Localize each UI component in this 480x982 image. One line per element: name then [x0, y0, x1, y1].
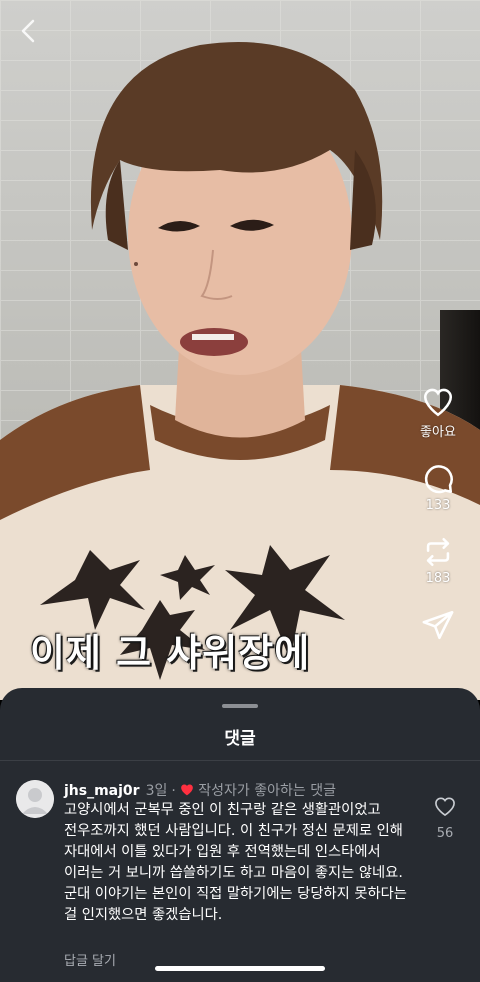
- drag-handle[interactable]: [222, 704, 258, 708]
- comment-like[interactable]: 56: [430, 796, 460, 841]
- comment-meta: jhs_maj0r 3일 · 작성자가 좋아하는 댓글: [64, 780, 336, 800]
- author-liked-heart-icon: [180, 784, 193, 796]
- avatar-placeholder-icon: [16, 780, 54, 818]
- home-indicator: [155, 966, 325, 971]
- comment-text: 고양시에서 군복무 중인 이 친구랑 같은 생활관이었고 전우조까지 했던 사람…: [64, 802, 407, 923]
- comment-username[interactable]: jhs_maj0r: [64, 783, 140, 799]
- sheet-title: 댓글: [224, 729, 256, 749]
- share-action[interactable]: [421, 608, 455, 642]
- comment-icon[interactable]: [421, 462, 455, 496]
- video-subtitle: 이제 그 샤워장에: [30, 631, 311, 675]
- comment-like-count: 56: [436, 826, 454, 841]
- liked-by-author-label: 작성자가 좋아하는 댓글: [198, 783, 336, 799]
- divider: [0, 760, 480, 761]
- meta-separator: ·: [171, 783, 176, 799]
- comments-sheet: 댓글 jhs_maj0r 3일 · 작성자가 좋아하는 댓글 고양시에서 군복무 중…: [0, 688, 480, 982]
- send-icon[interactable]: [421, 608, 455, 642]
- comment-action[interactable]: 133: [421, 462, 455, 513]
- comment-time: 3일: [145, 783, 168, 799]
- repost-count: 183: [425, 571, 451, 586]
- heart-icon[interactable]: [434, 796, 456, 816]
- heart-icon[interactable]: [421, 385, 455, 419]
- avatar[interactable]: [16, 780, 54, 818]
- reply-button[interactable]: 답글 달기: [64, 950, 116, 969]
- repost-action[interactable]: 183: [421, 535, 455, 586]
- video-player[interactable]: 좋아요 133 183 이제 그 샤워장에: [0, 0, 480, 700]
- side-action-bar: 좋아요 133 183: [408, 385, 468, 664]
- like-action[interactable]: 좋아요: [420, 385, 456, 440]
- like-label: 좋아요: [420, 425, 456, 440]
- repost-icon[interactable]: [421, 535, 455, 569]
- comment-count: 133: [425, 498, 451, 513]
- back-chevron-icon[interactable]: [18, 18, 38, 44]
